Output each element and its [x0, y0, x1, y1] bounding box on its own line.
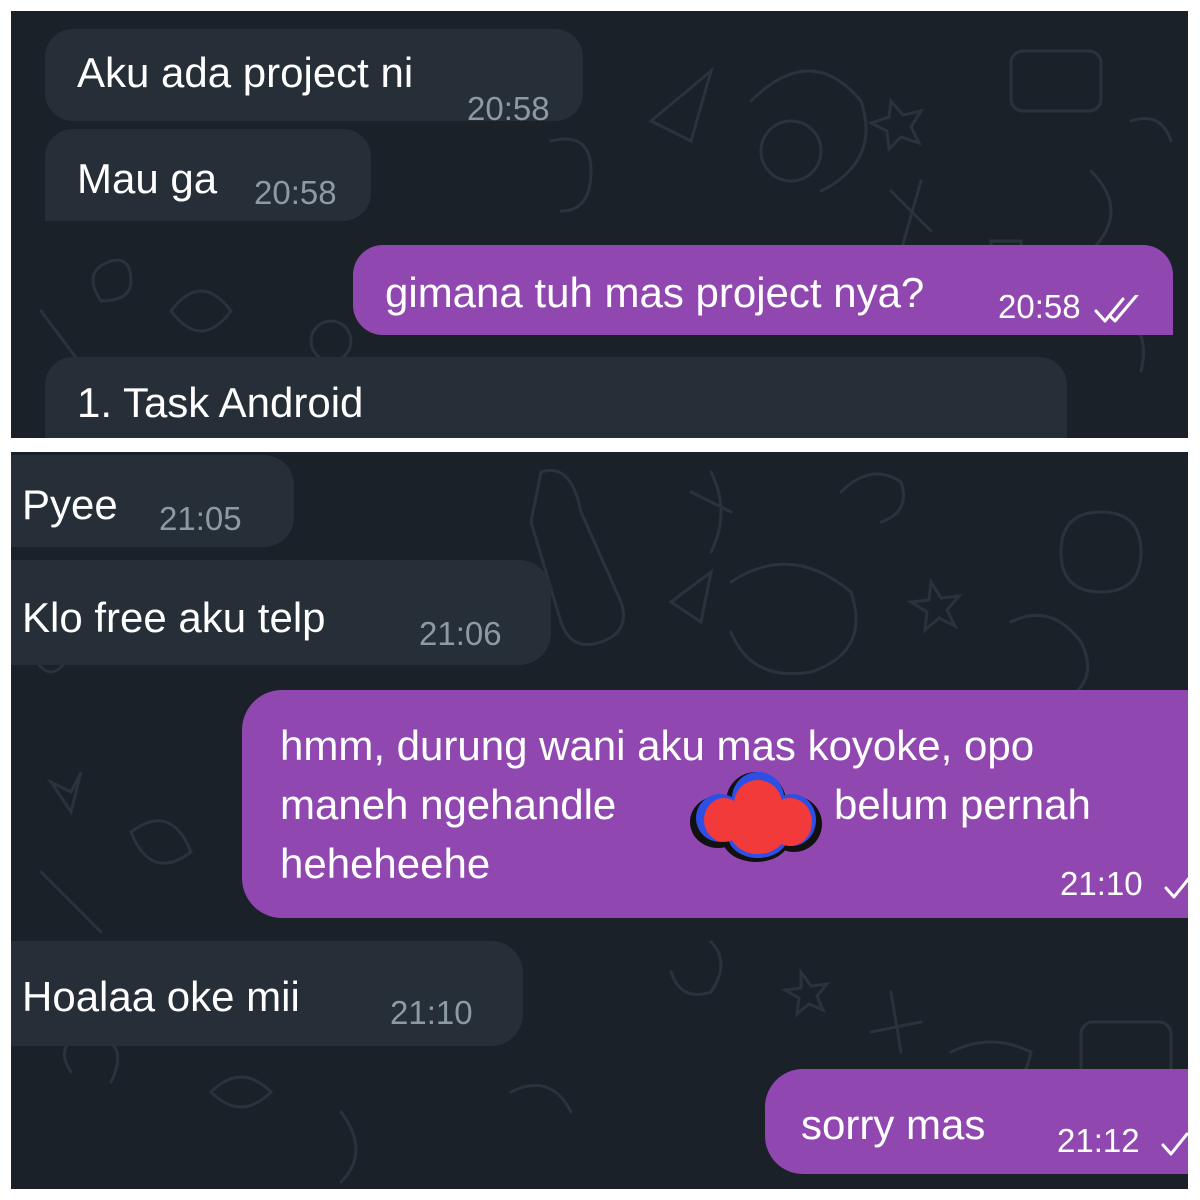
message-text: gimana tuh mas project nya?	[385, 269, 925, 316]
message-bubble-incoming[interactable]: Mau ga 20:58	[45, 129, 371, 221]
single-check-icon	[1161, 1132, 1188, 1156]
message-time: 21:10	[1060, 865, 1143, 902]
message-time: 21:05	[159, 500, 242, 537]
message-text-line-2: maneh ngehandle	[280, 781, 617, 828]
message-bubble-outgoing[interactable]: gimana tuh mas project nya? 20:58	[353, 245, 1173, 335]
message-text-line-1: hmm, durung wani aku mas koyoke, opo	[280, 722, 1035, 769]
message-text: Pyee	[22, 481, 118, 528]
single-check-icon	[1164, 877, 1188, 899]
message-bubble-incoming[interactable]: Aku ada project ni 20:58	[45, 29, 583, 127]
message-text: Aku ada project ni	[77, 49, 414, 96]
message-text-line-3: belum pernah	[834, 781, 1091, 828]
message-time: 20:58	[998, 288, 1081, 325]
message-time: 20:58	[467, 90, 550, 127]
message-text: sorry mas	[801, 1101, 986, 1148]
message-bubble-incoming[interactable]: 1. Task Android	[45, 357, 1067, 438]
redaction-scribble	[690, 772, 822, 862]
double-check-icon	[1094, 295, 1139, 323]
message-time: 21:06	[419, 615, 502, 652]
message-time: 21:12	[1057, 1122, 1140, 1159]
message-time: 21:10	[390, 994, 473, 1031]
message-bubble-outgoing[interactable]: hmm, durung wani aku mas koyoke, opo man…	[242, 690, 1188, 918]
message-time: 20:58	[254, 174, 337, 211]
message-text: Klo free aku telp	[22, 594, 326, 641]
chat-screenshot-top: Aku ada project ni 20:58 Mau ga 20:58 gi…	[11, 11, 1188, 438]
message-bubble-incoming[interactable]: Hoalaa oke mii 21:10	[11, 941, 523, 1046]
message-bubble-outgoing[interactable]: sorry mas 21:12	[765, 1069, 1188, 1174]
message-bubble-incoming[interactable]: Pyee 21:05	[11, 455, 294, 547]
message-text: Mau ga	[77, 155, 218, 202]
message-text-line-4: heheheehe	[280, 840, 491, 887]
chat-screenshot-bottom: Pyee 21:05 Klo free aku telp 21:06 hmm, …	[11, 452, 1188, 1189]
message-text: 1. Task Android	[77, 379, 364, 426]
message-text: Hoalaa oke mii	[22, 973, 300, 1020]
message-bubble-incoming[interactable]: Klo free aku telp 21:06	[11, 560, 551, 665]
